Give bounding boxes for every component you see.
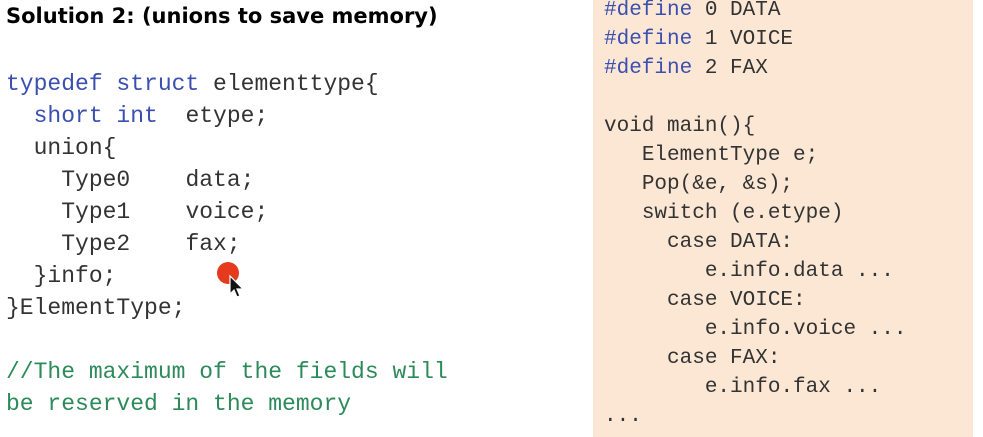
- code-line-decl: ElementType e;: [604, 141, 906, 170]
- define-keyword: #define: [604, 57, 693, 80]
- slide-title: Solution 2: (unions to save memory): [6, 4, 438, 28]
- code-line-info-data: e.info.data ...: [604, 257, 906, 286]
- case-voice-text: case VOICE:: [667, 289, 806, 312]
- define-voice-line: #define 1 VOICE: [604, 25, 906, 54]
- code-line-type1: Type1 voice;: [6, 196, 448, 228]
- info-fax-text: e.info.fax ...: [704, 376, 882, 399]
- define-fax-line: #define 2 FAX: [604, 54, 906, 83]
- code-line-ellipsis: ...: [604, 405, 642, 428]
- info-voice-text: e.info.voice ...: [704, 318, 907, 341]
- main-signature: void main(){: [604, 115, 756, 138]
- type1: Type1: [61, 199, 131, 225]
- struct-code-block: typedef struct elementtype{ short int et…: [6, 68, 448, 420]
- field-data: data;: [185, 167, 255, 193]
- define-keyword: #define: [604, 28, 693, 51]
- code-line-case-fax: case FAX:: [604, 344, 906, 373]
- mouse-pointer-icon: [217, 262, 245, 298]
- case-fax-text: case FAX:: [667, 347, 781, 370]
- pop-text: Pop(&e, &s);: [641, 173, 794, 196]
- union-close-info: }info;: [33, 263, 117, 289]
- main-code-block: #define 0 DATA #define 1 VOICE #define 2…: [604, 0, 906, 431]
- define-data: 0 DATA: [692, 0, 781, 22]
- field-fax: fax;: [185, 231, 241, 257]
- field-voice: voice;: [185, 199, 269, 225]
- comment-line-2: be reserved in the memory: [6, 391, 352, 417]
- define-keyword: #define: [604, 0, 693, 22]
- case-data-text: case DATA:: [667, 231, 794, 254]
- struct-name: elementtype{: [199, 71, 379, 97]
- code-line-pop: Pop(&e, &s);: [604, 170, 906, 199]
- info-data-text: e.info.data ...: [704, 260, 894, 283]
- code-line-type2: Type2 fax;: [6, 228, 448, 260]
- struct-close: }ElementType;: [6, 295, 186, 321]
- type0: Type0: [61, 167, 131, 193]
- code-line-case-data: case DATA:: [604, 228, 906, 257]
- decl-text: ElementType e;: [641, 144, 819, 167]
- comment-line-1: //The maximum of the fields will: [6, 359, 448, 385]
- code-line-union: union{: [6, 132, 448, 164]
- code-line-etype: short int etype;: [6, 100, 448, 132]
- pointer-highlight-dot: [217, 262, 239, 284]
- code-line-info-voice: e.info.voice ...: [604, 315, 907, 344]
- code-line-typedef: typedef struct elementtype{: [6, 68, 448, 100]
- define-voice: 1 VOICE: [692, 28, 794, 51]
- main-code-panel: #define 0 DATA #define 1 VOICE #define 2…: [593, 0, 973, 437]
- union-open: union{: [33, 135, 117, 161]
- code-line-info-fax: e.info.fax ...: [604, 373, 906, 402]
- code-line-case-voice: case VOICE:: [604, 286, 906, 315]
- field-etype: etype;: [157, 103, 269, 129]
- code-line-switch: switch (e.etype): [604, 199, 906, 228]
- define-fax: 2 FAX: [692, 57, 768, 80]
- type2: Type2: [61, 231, 131, 257]
- define-data-line: #define 0 DATA: [604, 0, 906, 25]
- code-line-type0: Type0 data;: [6, 164, 448, 196]
- switch-text: switch (e.etype): [641, 202, 844, 225]
- keyword-typedef-struct: typedef struct: [6, 71, 200, 97]
- keyword-short-int: short int: [33, 103, 158, 129]
